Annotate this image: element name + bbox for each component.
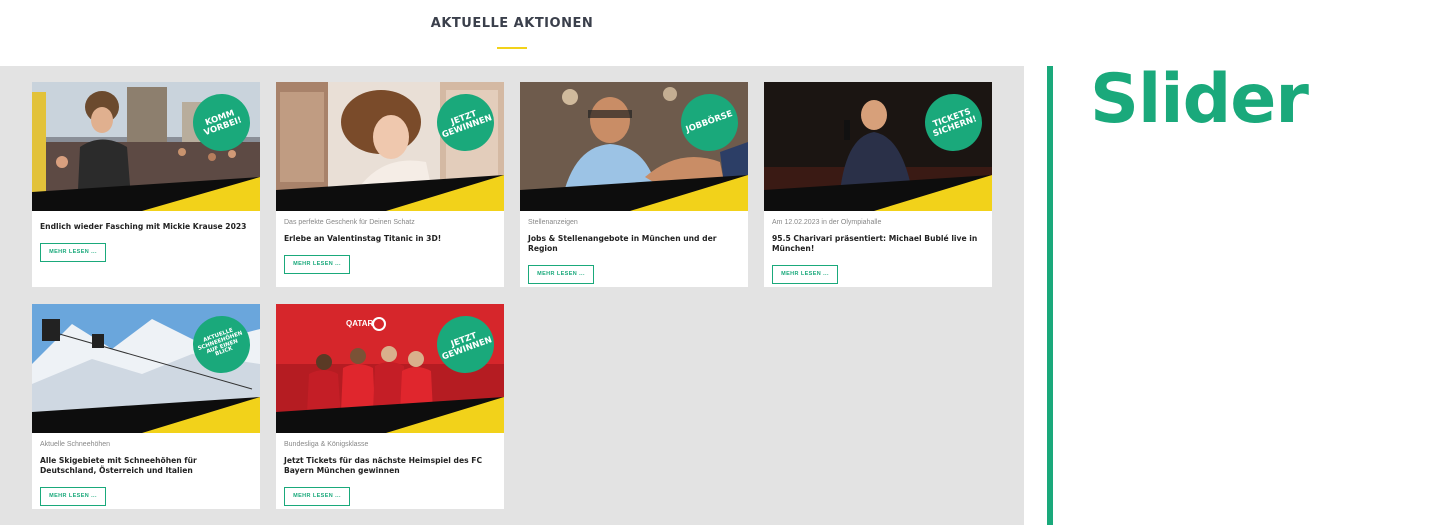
promotions-grid: KOMM VORBEI! Endlich wieder Fasching mit… xyxy=(0,66,1024,525)
promo-card[interactable]: JOBBÖRSE Stellenanzeigen Jobs & Stellena… xyxy=(520,82,748,287)
title-underline xyxy=(497,47,527,49)
card-image[interactable]: JETZT GEWINNEN xyxy=(276,82,504,211)
card-title[interactable]: Jobs & Stellenangebote in München und de… xyxy=(528,234,740,254)
slider-label: Slider xyxy=(1090,60,1309,139)
read-more-button[interactable]: MEHR LESEN ... xyxy=(528,264,594,284)
card-title[interactable]: Endlich wieder Fasching mit Mickie Kraus… xyxy=(40,222,252,232)
section-header: AKTUELLE AKTIONEN xyxy=(0,0,1024,66)
read-more-button[interactable]: MEHR LESEN ... xyxy=(40,486,106,506)
read-more-button[interactable]: MEHR LESEN ... xyxy=(772,264,838,284)
card-kicker: Das perfekte Geschenk für Deinen Schatz xyxy=(284,219,415,226)
promo-card[interactable]: AKTUELLE SCHNEEHÖHEN AUF EINEN BLICK Akt… xyxy=(32,304,260,509)
card-image[interactable]: QATAR JETZT GEWINNEN xyxy=(276,304,504,433)
vertical-divider xyxy=(1047,66,1053,525)
read-more-button[interactable]: MEHR LESEN ... xyxy=(40,242,106,262)
read-more-button[interactable]: MEHR LESEN ... xyxy=(284,486,350,506)
card-title[interactable]: 95.5 Charivari präsentiert: Michael Bubl… xyxy=(772,234,984,254)
promo-card[interactable]: TICKETS SICHERN! Am 12.02.2023 in der Ol… xyxy=(764,82,992,287)
card-image[interactable]: JOBBÖRSE xyxy=(520,82,748,211)
read-more-button[interactable]: MEHR LESEN ... xyxy=(284,254,350,274)
promo-card[interactable]: KOMM VORBEI! Endlich wieder Fasching mit… xyxy=(32,82,260,287)
card-title[interactable]: Erlebe an Valentinstag Titanic in 3D! xyxy=(284,234,496,244)
qatar-logo-text: QATAR xyxy=(346,319,373,328)
card-kicker: Am 12.02.2023 in der Olympiahalle xyxy=(772,219,882,226)
card-kicker: Aktuelle Schneehöhen xyxy=(40,441,111,448)
card-image[interactable]: TICKETS SICHERN! xyxy=(764,82,992,211)
section-title: AKTUELLE AKTIONEN xyxy=(430,16,594,31)
card-image[interactable]: AKTUELLE SCHNEEHÖHEN AUF EINEN BLICK xyxy=(32,304,260,433)
card-image[interactable]: KOMM VORBEI! xyxy=(32,82,260,211)
card-kicker: Bundesliga & Königsklasse xyxy=(284,441,369,448)
card-kicker: Stellenanzeigen xyxy=(528,219,578,226)
page: AKTUELLE AKTIONEN KOMM VORBEI! Endlich w… xyxy=(0,0,1440,525)
card-title[interactable]: Alle Skigebiete mit Schneehöhen für Deut… xyxy=(40,456,252,476)
promo-card[interactable]: JETZT GEWINNEN Das perfekte Geschenk für… xyxy=(276,82,504,287)
card-title[interactable]: Jetzt Tickets für das nächste Heimspiel … xyxy=(284,456,496,476)
promo-card[interactable]: QATAR JETZT GEWINNEN Bundesliga & Königs… xyxy=(276,304,504,509)
